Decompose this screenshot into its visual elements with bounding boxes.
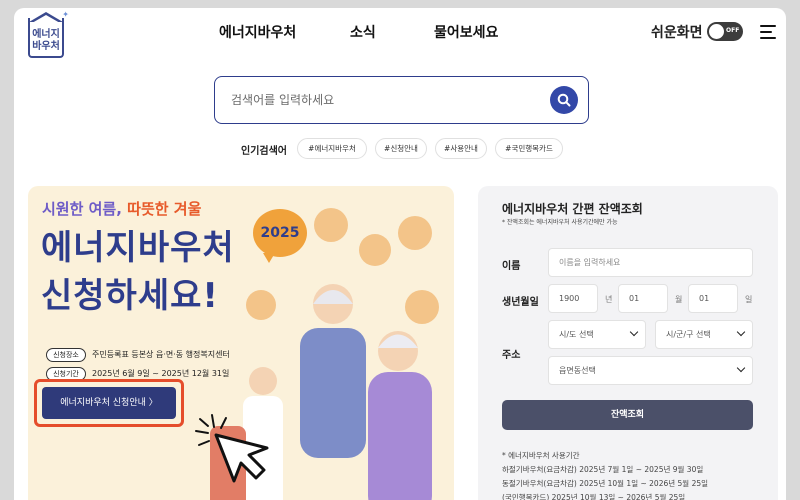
- apply-guide-button[interactable]: 에너지바우처 신청안내 〉: [42, 387, 176, 419]
- cursor-pointer-icon: [195, 414, 269, 483]
- toggle-knob: [709, 24, 724, 39]
- chevron-down-icon: [736, 363, 746, 373]
- apply-place-row: 신청장소 주민등록표 등본상 읍·면·동 행정복지센터: [46, 348, 230, 362]
- year-unit: 년: [605, 295, 613, 304]
- balance-inquiry-button[interactable]: 잔액조회: [502, 400, 753, 430]
- apply-place-value: 주민등록표 등본상 읍·면·동 행정복지센터: [92, 350, 230, 359]
- balance-inquiry-panel: 에너지바우처 간편 잔액조회 * 잔액조회는 에너지바우처 사용기간에만 가능 …: [478, 186, 778, 500]
- month-unit: 월: [675, 295, 683, 304]
- gas-icon: [359, 234, 391, 266]
- sido-select[interactable]: 시/도 선택: [548, 320, 646, 349]
- chevron-down-icon: [736, 327, 746, 337]
- address-label: 주소: [502, 350, 521, 361]
- easy-mode-toggle[interactable]: OFF: [707, 22, 743, 41]
- eupmyeondong-select[interactable]: 읍면동선택: [548, 356, 753, 385]
- keyword-chip[interactable]: #사용안내: [435, 138, 487, 159]
- name-input[interactable]: 이름을 입력하세요: [548, 248, 753, 277]
- boiler-icon: [398, 216, 432, 250]
- birth-label: 생년월일: [502, 297, 539, 308]
- sigungu-select[interactable]: 시/군/구 선택: [655, 320, 753, 349]
- panel-note: * 잔액조회는 에너지바우처 사용기간에만 가능: [502, 219, 618, 226]
- search-box: [214, 76, 589, 124]
- nav-item-voucher[interactable]: 에너지바우처: [219, 22, 296, 42]
- search-input[interactable]: [231, 89, 531, 111]
- birth-month-input[interactable]: 01: [618, 284, 668, 313]
- page-frame: ✦ 에너지 바우처 에너지바우처 소식 물어보세요 쉬운화면 OFF 인기검색어…: [14, 8, 786, 500]
- keyword-chip[interactable]: #국민행복카드: [495, 138, 563, 159]
- year-badge: 2025: [253, 209, 307, 263]
- banner-subtitle: 시원한 여름, 따뜻한 겨울: [42, 200, 202, 218]
- birth-year-input[interactable]: 1900: [548, 284, 598, 313]
- logo-text-line2: 바우처: [32, 41, 60, 52]
- easy-mode-label: 쉬운화면: [651, 25, 703, 41]
- usage-period-line: 동절기바우처(요금차감) 2025년 10월 1일 ~ 2026년 5월 25일: [502, 479, 709, 488]
- hamburger-menu-icon[interactable]: [760, 25, 776, 39]
- usage-period-line: (국민행복카드) 2025년 10월 13일 ~ 2026년 5월 25일: [502, 493, 686, 500]
- usage-period-title: * 에너지바우처 사용기간: [502, 451, 580, 460]
- apply-period-value: 2025년 6월 9일 ~ 2025년 12월 31일: [92, 369, 230, 378]
- panel-title: 에너지바우처 간편 잔액조회: [502, 202, 643, 216]
- day-unit: 일: [745, 295, 753, 304]
- nav-item-news[interactable]: 소식: [350, 22, 376, 42]
- search-icon: [557, 93, 571, 107]
- sparkle-icon: ✦: [62, 10, 69, 19]
- keyword-chip[interactable]: #에너지바우처: [297, 138, 367, 159]
- usage-period-line: 하절기바우처(요금차감) 2025년 7월 1일 ~ 2025년 9월 30일: [502, 465, 704, 474]
- cta-highlight: 에너지바우처 신청안내 〉: [34, 379, 184, 427]
- keyword-chip[interactable]: #신청안내: [375, 138, 427, 159]
- toggle-state-text: OFF: [726, 27, 740, 34]
- birth-day-input[interactable]: 01: [688, 284, 738, 313]
- popular-keywords-label: 인기검색어: [241, 146, 287, 157]
- search-button[interactable]: [550, 86, 578, 114]
- name-label: 이름: [502, 261, 521, 272]
- chevron-down-icon: [629, 327, 639, 337]
- apply-place-label: 신청장소: [46, 348, 86, 362]
- energy-icon: [314, 208, 348, 242]
- popular-keywords: 인기검색어 #에너지바우처 #신청안내 #사용안내 #국민행복카드: [14, 138, 786, 160]
- nav-item-faq[interactable]: 물어보세요: [434, 22, 498, 42]
